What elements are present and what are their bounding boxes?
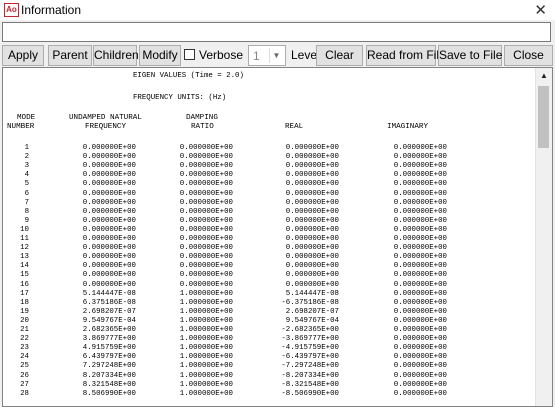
verbose-checkbox[interactable] xyxy=(184,49,195,60)
title-bar: Ao Information ✕ xyxy=(0,0,555,20)
toolbar: Apply Parent Children Modify Verbose 1 ▼… xyxy=(0,45,555,67)
levels-value: 1 xyxy=(253,49,260,63)
table-cell: 1.000000E+00 xyxy=(179,389,233,398)
header-imaginary: IMAGINARY xyxy=(387,123,429,131)
vertical-scrollbar[interactable]: ▲ xyxy=(535,68,552,406)
header-ratio: RATIO xyxy=(191,123,214,131)
command-input[interactable] xyxy=(2,22,551,42)
scrollbar-thumb[interactable] xyxy=(538,86,549,148)
report-units: FREQUENCY UNITS: (Hz) xyxy=(133,94,227,102)
apply-button[interactable]: Apply xyxy=(2,45,44,66)
header-frequency: FREQUENCY xyxy=(85,123,127,131)
parent-button[interactable]: Parent xyxy=(48,45,92,66)
report-title: EIGEN VALUES (Time = 2.0) xyxy=(133,72,244,80)
header-number: NUMBER xyxy=(7,123,35,131)
levels-select[interactable]: 1 ▼ xyxy=(248,45,286,66)
table-cell: -8.506990E+00 xyxy=(281,389,339,398)
close-button[interactable]: Close xyxy=(504,45,553,66)
modify-button[interactable]: Modify xyxy=(139,45,181,66)
scroll-up-arrow-icon[interactable]: ▲ xyxy=(536,68,552,84)
window-title: Information xyxy=(21,3,82,17)
header-real: REAL xyxy=(285,123,304,131)
verbose-label: Verbose xyxy=(199,48,244,62)
mode-number-cell: 28 xyxy=(20,389,29,398)
save-to-file-button[interactable]: Save to File xyxy=(438,45,502,66)
chevron-down-icon[interactable]: ▼ xyxy=(269,48,283,63)
children-button[interactable]: Children xyxy=(93,45,139,66)
output-panel[interactable]: EIGEN VALUES (Time = 2.0) FREQUENCY UNIT… xyxy=(2,67,553,407)
clear-button[interactable]: Clear xyxy=(316,45,363,66)
close-icon[interactable]: ✕ xyxy=(534,1,547,19)
table-cell: 0.000000E+00 xyxy=(393,389,447,398)
app-icon: Ao xyxy=(4,3,19,17)
table-cell: 8.506990E+00 xyxy=(82,389,136,398)
read-from-file-button[interactable]: Read from File xyxy=(366,45,446,66)
